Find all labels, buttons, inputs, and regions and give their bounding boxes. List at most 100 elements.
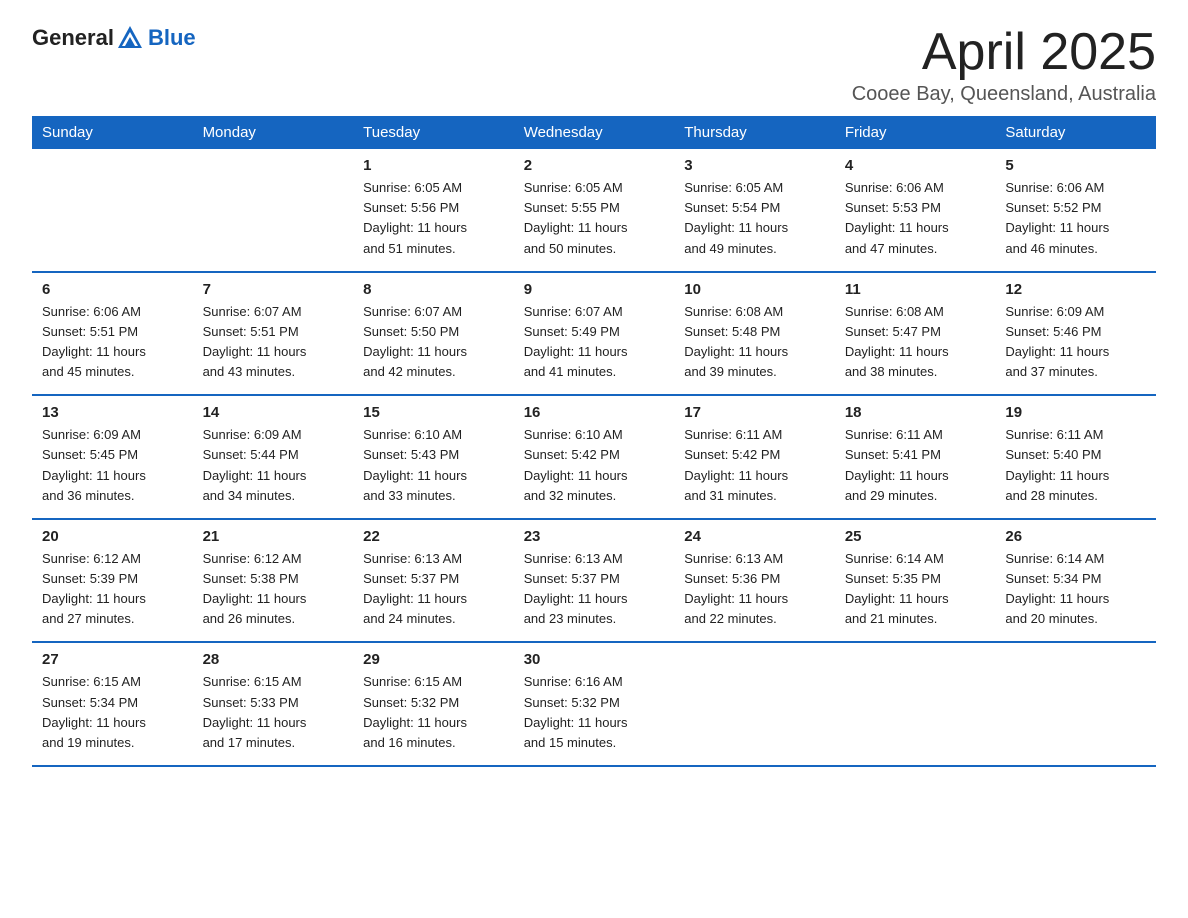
day-number: 4 [845,157,986,174]
day-number: 3 [684,157,825,174]
day-info: Sunrise: 6:15 AMSunset: 5:34 PMDaylight:… [42,672,183,753]
title-block: April 2025 Cooee Bay, Queensland, Austra… [852,24,1156,106]
calendar-cell: 18 Sunrise: 6:11 AMSunset: 5:41 PMDayligh… [835,395,996,519]
day-number: 30 [524,651,665,668]
day-info: Sunrise: 6:13 AMSunset: 5:36 PMDaylight:… [684,549,825,630]
main-title: April 2025 [852,24,1156,81]
day-info: Sunrise: 6:06 AMSunset: 5:53 PMDaylight:… [845,178,986,259]
day-info: Sunrise: 6:06 AMSunset: 5:51 PMDaylight:… [42,302,183,383]
calendar-cell [32,149,193,272]
day-number: 26 [1005,528,1146,545]
calendar-cell: 13 Sunrise: 6:09 AMSunset: 5:45 PMDayligh… [32,395,193,519]
day-info: Sunrise: 6:05 AMSunset: 5:55 PMDaylight:… [524,178,665,259]
day-info: Sunrise: 6:11 AMSunset: 5:41 PMDaylight:… [845,425,986,506]
subtitle: Cooee Bay, Queensland, Australia [852,83,1156,106]
day-info: Sunrise: 6:10 AMSunset: 5:43 PMDaylight:… [363,425,504,506]
calendar-cell: 29 Sunrise: 6:15 AMSunset: 5:32 PMDayligh… [353,642,514,766]
calendar-cell: 24Sunrise: 6:13 AMSunset: 5:36 PMDayligh… [674,519,835,643]
day-info: Sunrise: 6:07 AMSunset: 5:51 PMDaylight:… [203,302,344,383]
day-number: 21 [203,528,344,545]
day-info: Sunrise: 6:14 AMSunset: 5:34 PMDaylight:… [1005,549,1146,630]
day-number: 12 [1005,281,1146,298]
logo-text-general: General [32,25,114,51]
calendar-cell: 27 Sunrise: 6:15 AMSunset: 5:34 PMDayligh… [32,642,193,766]
calendar-cell: 14Sunrise: 6:09 AMSunset: 5:44 PMDayligh… [193,395,354,519]
day-info: Sunrise: 6:12 AMSunset: 5:39 PMDaylight:… [42,549,183,630]
day-info: Sunrise: 6:09 AMSunset: 5:45 PMDaylight:… [42,425,183,506]
calendar-cell: 7Sunrise: 6:07 AMSunset: 5:51 PMDaylight… [193,272,354,396]
calendar-cell: 5 Sunrise: 6:06 AMSunset: 5:52 PMDaylight… [995,149,1156,272]
day-info: Sunrise: 6:16 AMSunset: 5:32 PMDaylight:… [524,672,665,753]
day-number: 13 [42,404,183,421]
day-info: Sunrise: 6:15 AMSunset: 5:33 PMDaylight:… [203,672,344,753]
calendar-cell: 9 Sunrise: 6:07 AMSunset: 5:49 PMDaylight… [514,272,675,396]
day-number: 22 [363,528,504,545]
day-info: Sunrise: 6:10 AMSunset: 5:42 PMDaylight:… [524,425,665,506]
day-number: 2 [524,157,665,174]
calendar-week-row: 6 Sunrise: 6:06 AMSunset: 5:51 PMDaylight… [32,272,1156,396]
calendar-cell: 2 Sunrise: 6:05 AMSunset: 5:55 PMDaylight… [514,149,675,272]
day-info: Sunrise: 6:06 AMSunset: 5:52 PMDaylight:… [1005,178,1146,259]
calendar-cell [674,642,835,766]
calendar-week-row: 1 Sunrise: 6:05 AMSunset: 5:56 PMDaylight… [32,149,1156,272]
calendar-table: SundayMondayTuesdayWednesdayThursdayFrid… [32,116,1156,767]
day-number: 29 [363,651,504,668]
day-info: Sunrise: 6:09 AMSunset: 5:46 PMDaylight:… [1005,302,1146,383]
calendar-cell: 16 Sunrise: 6:10 AMSunset: 5:42 PMDayligh… [514,395,675,519]
calendar-week-row: 27 Sunrise: 6:15 AMSunset: 5:34 PMDayligh… [32,642,1156,766]
calendar-cell: 12 Sunrise: 6:09 AMSunset: 5:46 PMDayligh… [995,272,1156,396]
calendar-cell: 17 Sunrise: 6:11 AMSunset: 5:42 PMDayligh… [674,395,835,519]
day-number: 5 [1005,157,1146,174]
calendar-cell [835,642,996,766]
calendar-header-row: SundayMondayTuesdayWednesdayThursdayFrid… [32,116,1156,149]
day-number: 18 [845,404,986,421]
logo-text-blue: Blue [148,25,196,51]
day-number: 15 [363,404,504,421]
calendar-cell: 3 Sunrise: 6:05 AMSunset: 5:54 PMDaylight… [674,149,835,272]
day-info: Sunrise: 6:08 AMSunset: 5:48 PMDaylight:… [684,302,825,383]
logo: General Blue [32,24,196,52]
day-info: Sunrise: 6:11 AMSunset: 5:42 PMDaylight:… [684,425,825,506]
day-number: 20 [42,528,183,545]
calendar-cell: 11 Sunrise: 6:08 AMSunset: 5:47 PMDayligh… [835,272,996,396]
calendar-header-monday: Monday [193,116,354,149]
calendar-header-friday: Friday [835,116,996,149]
calendar-cell: 21 Sunrise: 6:12 AMSunset: 5:38 PMDayligh… [193,519,354,643]
day-info: Sunrise: 6:15 AMSunset: 5:32 PMDaylight:… [363,672,504,753]
calendar-header-tuesday: Tuesday [353,116,514,149]
calendar-header-wednesday: Wednesday [514,116,675,149]
calendar-header-sunday: Sunday [32,116,193,149]
day-info: Sunrise: 6:12 AMSunset: 5:38 PMDaylight:… [203,549,344,630]
day-number: 25 [845,528,986,545]
day-info: Sunrise: 6:08 AMSunset: 5:47 PMDaylight:… [845,302,986,383]
calendar-cell: 19Sunrise: 6:11 AMSunset: 5:40 PMDayligh… [995,395,1156,519]
logo-icon [116,24,144,52]
calendar-cell: 6 Sunrise: 6:06 AMSunset: 5:51 PMDaylight… [32,272,193,396]
day-info: Sunrise: 6:14 AMSunset: 5:35 PMDaylight:… [845,549,986,630]
calendar-cell: 8Sunrise: 6:07 AMSunset: 5:50 PMDaylight… [353,272,514,396]
calendar-cell: 30 Sunrise: 6:16 AMSunset: 5:32 PMDayligh… [514,642,675,766]
day-number: 14 [203,404,344,421]
day-number: 17 [684,404,825,421]
day-number: 8 [363,281,504,298]
calendar-cell: 26 Sunrise: 6:14 AMSunset: 5:34 PMDayligh… [995,519,1156,643]
calendar-cell: 20 Sunrise: 6:12 AMSunset: 5:39 PMDayligh… [32,519,193,643]
day-number: 1 [363,157,504,174]
day-number: 16 [524,404,665,421]
day-number: 23 [524,528,665,545]
day-number: 10 [684,281,825,298]
day-info: Sunrise: 6:05 AMSunset: 5:54 PMDaylight:… [684,178,825,259]
calendar-header-saturday: Saturday [995,116,1156,149]
calendar-cell: 22Sunrise: 6:13 AMSunset: 5:37 PMDayligh… [353,519,514,643]
day-number: 27 [42,651,183,668]
day-number: 11 [845,281,986,298]
day-info: Sunrise: 6:05 AMSunset: 5:56 PMDaylight:… [363,178,504,259]
day-info: Sunrise: 6:13 AMSunset: 5:37 PMDaylight:… [524,549,665,630]
calendar-cell: 28Sunrise: 6:15 AMSunset: 5:33 PMDayligh… [193,642,354,766]
page-header: General Blue April 2025 Cooee Bay, Queen… [32,24,1156,106]
calendar-header-thursday: Thursday [674,116,835,149]
day-info: Sunrise: 6:07 AMSunset: 5:49 PMDaylight:… [524,302,665,383]
day-number: 9 [524,281,665,298]
calendar-cell: 4 Sunrise: 6:06 AMSunset: 5:53 PMDaylight… [835,149,996,272]
day-number: 6 [42,281,183,298]
